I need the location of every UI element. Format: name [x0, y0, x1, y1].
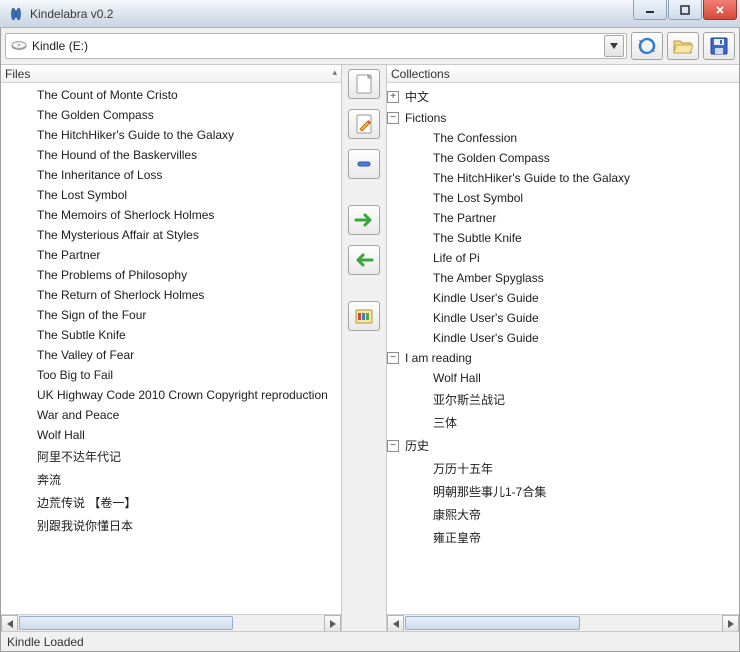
- file-item[interactable]: The Hound of the Baskervilles: [1, 145, 341, 165]
- scroll-right-icon[interactable]: [722, 615, 739, 632]
- collections-tree[interactable]: +中文−FictionsThe ConfessionThe Golden Com…: [387, 83, 739, 614]
- window-title: Kindelabra v0.2: [30, 7, 113, 21]
- open-folder-button[interactable]: [667, 32, 699, 60]
- file-item[interactable]: UK Highway Code 2010 Crown Copyright rep…: [1, 385, 341, 405]
- close-button[interactable]: [703, 0, 737, 20]
- content-area: Files ▴ The Count of Monte CristoThe Gol…: [1, 64, 739, 631]
- collection-item[interactable]: 三体: [387, 411, 739, 434]
- collection-item[interactable]: 万历十五年: [387, 457, 739, 480]
- collections-header[interactable]: Collections: [387, 65, 739, 83]
- app-icon: [8, 6, 24, 22]
- status-text: Kindle Loaded: [7, 635, 84, 649]
- file-item[interactable]: Too Big to Fail: [1, 365, 341, 385]
- collection-item[interactable]: Kindle User's Guide: [387, 308, 739, 328]
- collection-item[interactable]: 亚尔斯兰战记: [387, 388, 739, 411]
- files-panel: Files ▴ The Count of Monte CristoThe Gol…: [1, 65, 341, 631]
- file-item[interactable]: The Mysterious Affair at Styles: [1, 225, 341, 245]
- file-item[interactable]: 边荒传说 【卷一】: [1, 491, 341, 514]
- edit-collection-button[interactable]: [348, 109, 380, 139]
- maximize-button[interactable]: [668, 0, 702, 20]
- collection-item[interactable]: Kindle User's Guide: [387, 328, 739, 348]
- collection-item[interactable]: The Confession: [387, 128, 739, 148]
- drive-label: Kindle (E:): [28, 39, 604, 53]
- collection-item[interactable]: 康熙大帝: [387, 503, 739, 526]
- file-item[interactable]: 奔流: [1, 468, 341, 491]
- collection-item[interactable]: The HitchHiker's Guide to the Galaxy: [387, 168, 739, 188]
- scroll-right-icon[interactable]: [324, 615, 341, 632]
- files-hscrollbar[interactable]: [1, 614, 341, 631]
- files-tree[interactable]: The Count of Monte CristoThe Golden Comp…: [1, 83, 341, 614]
- collection-item[interactable]: Kindle User's Guide: [387, 288, 739, 308]
- collapse-icon[interactable]: −: [387, 352, 399, 364]
- file-item[interactable]: 阿里不达年代记: [1, 445, 341, 468]
- file-item[interactable]: The Subtle Knife: [1, 325, 341, 345]
- collection-node[interactable]: −I am reading: [387, 348, 739, 368]
- window-controls: [633, 0, 737, 20]
- files-header[interactable]: Files ▴: [1, 65, 341, 83]
- collection-item[interactable]: The Partner: [387, 208, 739, 228]
- scroll-left-icon[interactable]: [387, 615, 404, 632]
- file-item[interactable]: The Sign of the Four: [1, 305, 341, 325]
- file-item[interactable]: 别跟我说你懂日本: [1, 514, 341, 537]
- collection-node[interactable]: −Fictions: [387, 108, 739, 128]
- file-item[interactable]: The Memoirs of Sherlock Holmes: [1, 205, 341, 225]
- drive-icon: [10, 40, 28, 52]
- save-button[interactable]: [703, 32, 735, 60]
- collapse-icon[interactable]: −: [387, 112, 399, 124]
- titlebar: Kindelabra v0.2: [0, 0, 740, 28]
- dropdown-arrow-icon[interactable]: [604, 35, 624, 57]
- refresh-button[interactable]: [631, 32, 663, 60]
- collections-panel: Collections +中文−FictionsThe ConfessionTh…: [387, 65, 739, 631]
- file-item[interactable]: The HitchHiker's Guide to the Galaxy: [1, 125, 341, 145]
- collection-item[interactable]: Life of Pi: [387, 248, 739, 268]
- collection-label: 历史: [405, 437, 429, 454]
- files-header-label: Files: [5, 67, 30, 81]
- delete-collection-button[interactable]: [348, 149, 380, 179]
- file-item[interactable]: War and Peace: [1, 405, 341, 425]
- minimize-button[interactable]: [633, 0, 667, 20]
- new-collection-button[interactable]: [348, 69, 380, 99]
- add-to-collection-button[interactable]: [348, 205, 380, 235]
- collection-item[interactable]: The Golden Compass: [387, 148, 739, 168]
- collection-label: I am reading: [405, 351, 472, 365]
- drive-dropdown[interactable]: Kindle (E:): [5, 33, 627, 59]
- sort-icon: ▴: [332, 67, 337, 78]
- collections-hscrollbar[interactable]: [387, 614, 739, 631]
- collection-item[interactable]: The Lost Symbol: [387, 188, 739, 208]
- file-item[interactable]: The Problems of Philosophy: [1, 265, 341, 285]
- collection-item[interactable]: Wolf Hall: [387, 368, 739, 388]
- file-item[interactable]: The Valley of Fear: [1, 345, 341, 365]
- collection-node[interactable]: −历史: [387, 434, 739, 457]
- file-item[interactable]: The Count of Monte Cristo: [1, 85, 341, 105]
- collection-item[interactable]: The Subtle Knife: [387, 228, 739, 248]
- collection-label: 中文: [405, 88, 429, 105]
- file-item[interactable]: Wolf Hall: [1, 425, 341, 445]
- remove-from-collection-button[interactable]: [348, 245, 380, 275]
- expand-icon[interactable]: +: [387, 91, 399, 103]
- file-item[interactable]: The Inheritance of Loss: [1, 165, 341, 185]
- collapse-icon[interactable]: −: [387, 440, 399, 452]
- file-item[interactable]: The Lost Symbol: [1, 185, 341, 205]
- toolbar: Kindle (E:): [1, 28, 739, 64]
- file-item[interactable]: The Golden Compass: [1, 105, 341, 125]
- collections-header-label: Collections: [391, 67, 450, 81]
- statusbar: Kindle Loaded: [1, 631, 739, 651]
- file-item[interactable]: The Return of Sherlock Holmes: [1, 285, 341, 305]
- collection-item[interactable]: The Amber Spyglass: [387, 268, 739, 288]
- collection-label: Fictions: [405, 111, 446, 125]
- collection-node[interactable]: + 中文: [387, 85, 739, 108]
- collection-item[interactable]: 雍正皇帝: [387, 526, 739, 549]
- manage-button[interactable]: [348, 301, 380, 331]
- file-item[interactable]: The Partner: [1, 245, 341, 265]
- scroll-left-icon[interactable]: [1, 615, 18, 632]
- middle-toolbar: [341, 65, 387, 631]
- collection-item[interactable]: 明朝那些事儿1-7合集: [387, 480, 739, 503]
